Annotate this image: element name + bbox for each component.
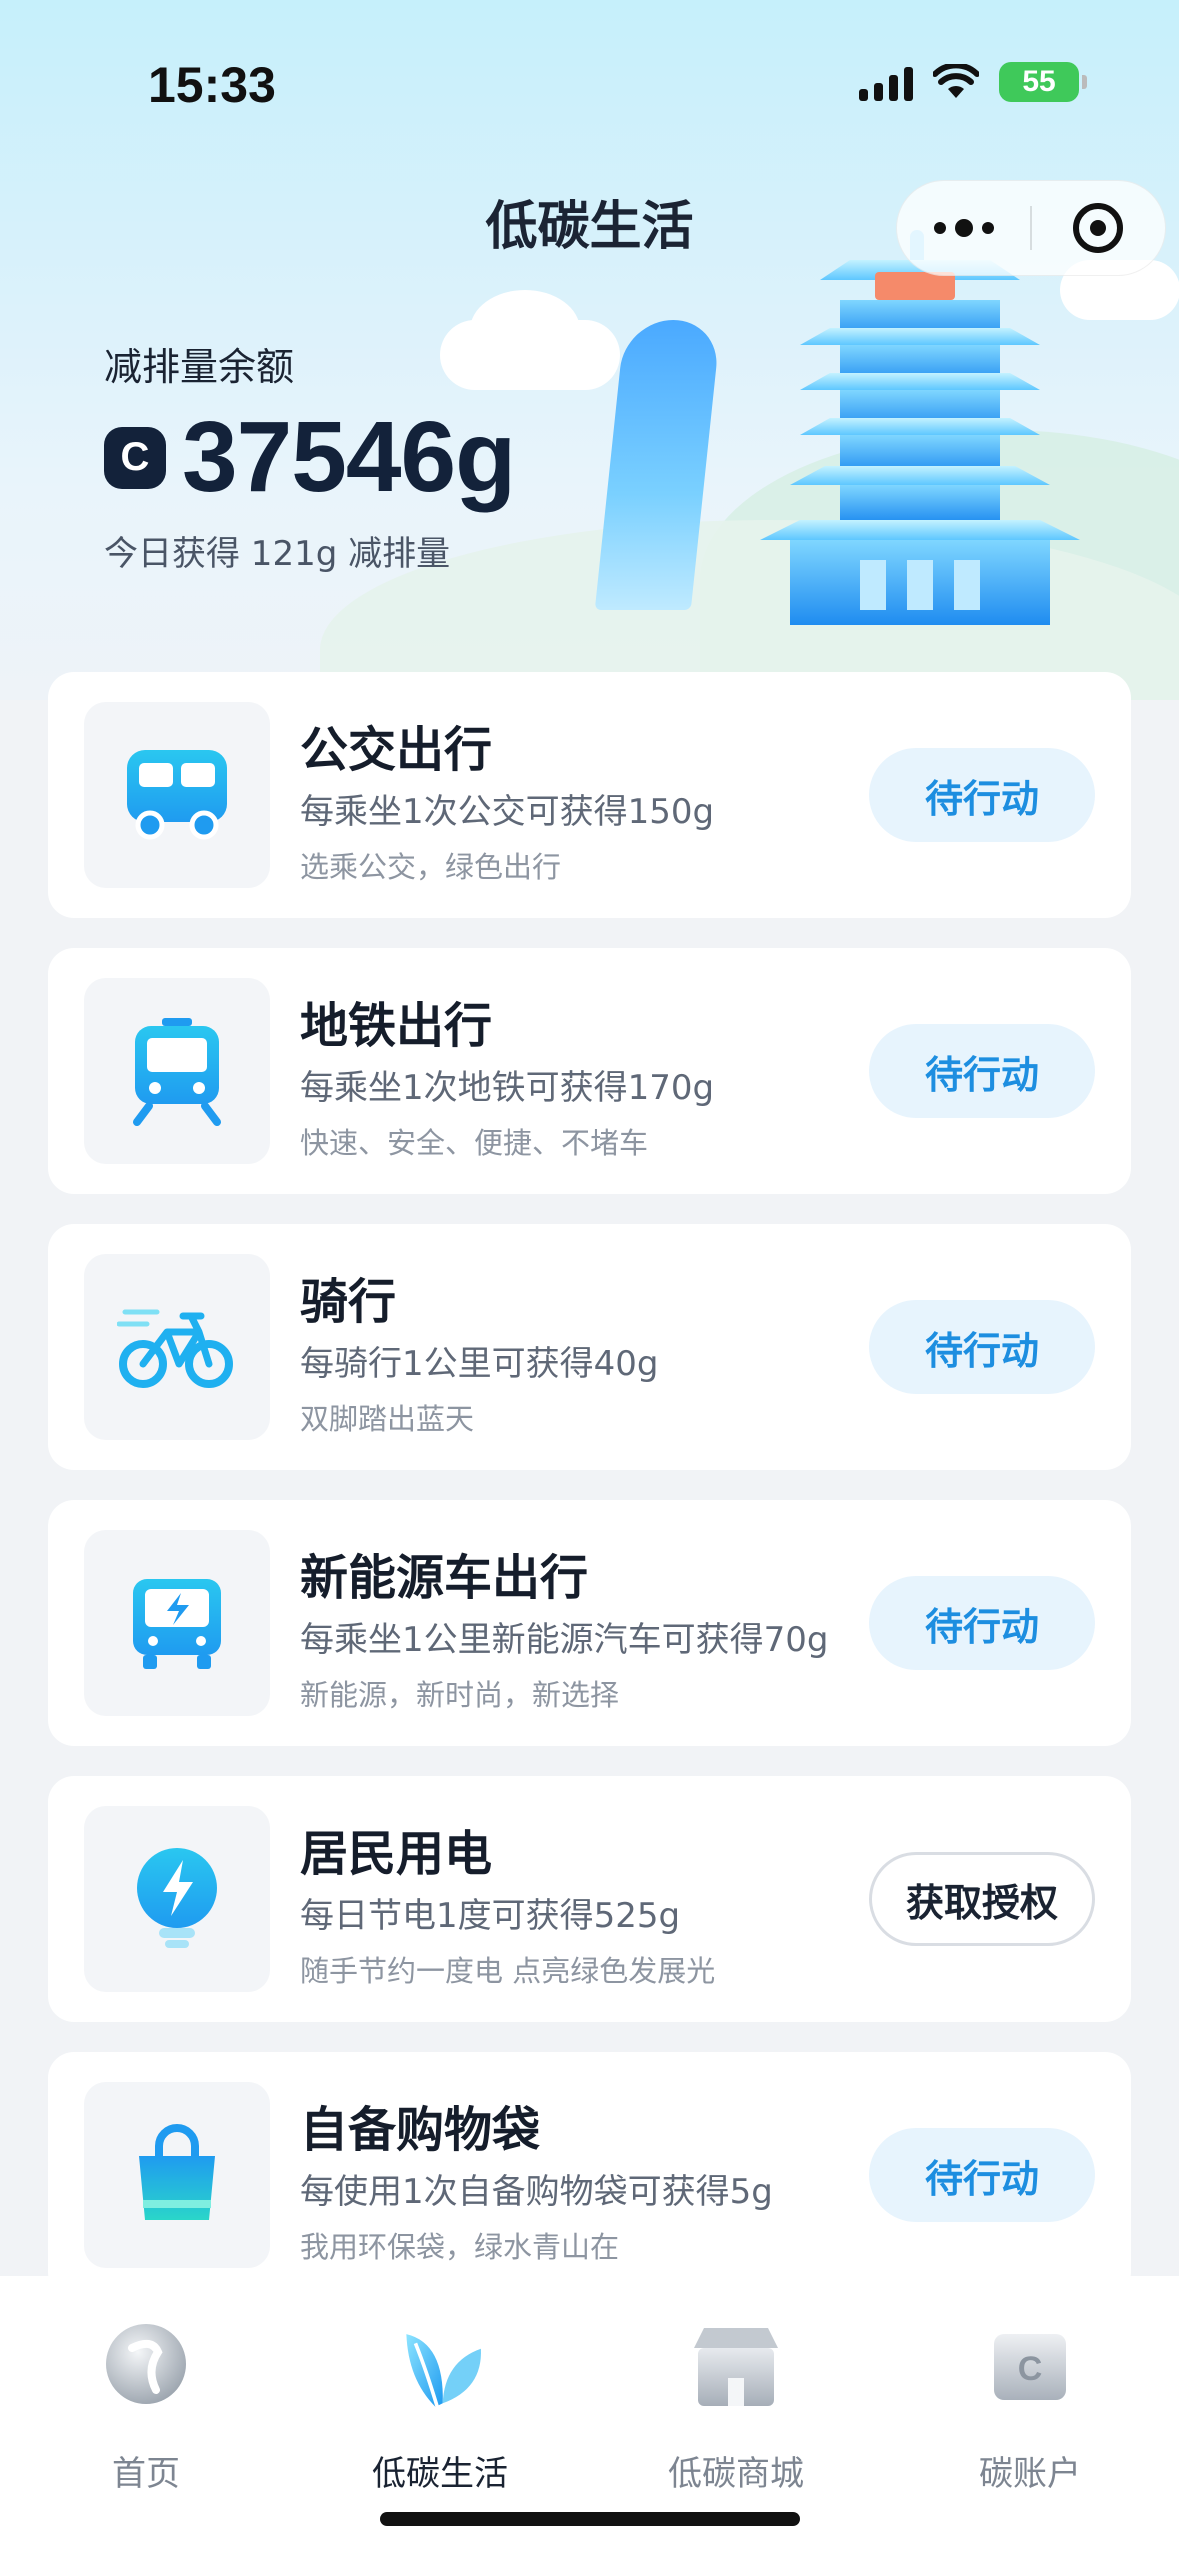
tab-low-carbon-mall[interactable]: 低碳商城 [636,2316,836,2495]
activity-title: 新能源车出行 [300,1550,589,1606]
activity-card-shopping-bag[interactable]: 自备购物袋 每使用1次自备购物袋可获得5g 我用环保袋，绿水青山在 待行动 [48,2052,1131,2298]
activity-title: 自备购物袋 [300,2102,541,2158]
carbon-coin-icon: C [104,426,166,489]
activity-slogan: 新能源，新时尚，新选择 [300,1678,620,1712]
activity-card-subway[interactable]: 地铁出行 每乘坐1次地铁可获得170g 快速、安全、便捷、不堵车 待行动 [48,948,1131,1194]
store-icon [686,2316,786,2416]
cellular-signal-icon [859,63,913,101]
activity-icon-box [84,1254,270,1440]
authorize-button[interactable]: 获取授权 [869,1852,1095,1946]
bicycle-icon [117,1309,233,1388]
activity-slogan: 我用环保袋，绿水青山在 [300,2230,620,2264]
activity-slogan: 随手节约一度电 点亮绿色发展光 [300,1954,716,1988]
activity-icon-box [84,702,270,888]
pending-action-button[interactable]: 待行动 [869,748,1095,842]
activity-slogan: 双脚踏出蓝天 [300,1402,475,1436]
activity-icon-box [84,978,270,1164]
activity-desc: 每使用1次自备购物袋可获得5g [300,2172,773,2212]
close-miniprogram-button[interactable] [1032,203,1165,253]
pending-action-button[interactable]: 待行动 [869,1576,1095,1670]
battery-indicator: 55 [999,62,1087,102]
balance-value: 37546g [182,401,516,513]
tab-low-carbon-life[interactable]: 低碳生活 [340,2316,540,2495]
activity-title: 居民用电 [300,1826,493,1882]
status-indicators: 55 [859,62,1087,102]
activity-icon-box [84,1530,270,1716]
activity-desc: 每骑行1公里可获得40g [300,1344,659,1384]
pending-action-button[interactable]: 待行动 [869,1300,1095,1394]
activity-desc: 每乘坐1次地铁可获得170g [300,1068,715,1108]
miniprogram-capsule [896,180,1166,276]
subway-icon [133,1018,221,1126]
pagoda-illustration [760,230,1080,625]
shopping-bag-icon [139,2124,215,2220]
balance-label: 减排量余额 [104,345,295,389]
wallet-icon: C [980,2316,1080,2416]
activity-card-bus[interactable]: 公交出行 每乘坐1次公交可获得150g 选乘公交，绿色出行 待行动 [48,672,1131,918]
today-earned: 今日获得 121g 减排量 [104,534,451,574]
tab-home[interactable]: 首页 [46,2316,246,2495]
activity-icon-box [84,1806,270,1992]
cloud-decoration [470,290,580,370]
status-time: 15:33 [148,57,276,113]
activity-title: 骑行 [300,1274,397,1330]
activity-desc: 每日节电1度可获得525g [300,1896,681,1936]
tab-label: 首页 [112,2454,180,2494]
activity-desc: 每乘坐1公里新能源汽车可获得70g [300,1620,829,1660]
activity-desc: 每乘坐1次公交可获得150g [300,792,715,832]
lightbulb-icon [137,1848,217,1948]
tab-label: 低碳生活 [372,2454,508,2494]
activity-title: 公交出行 [300,722,493,778]
home-icon [96,2316,196,2416]
activity-card-cycling[interactable]: 骑行 每骑行1公里可获得40g 双脚踏出蓝天 待行动 [48,1224,1131,1470]
wifi-icon [933,64,979,98]
activity-slogan: 选乘公交，绿色出行 [300,850,562,884]
tab-label: 碳账户 [979,2454,1081,2494]
svg-text:C: C [1018,2350,1043,2388]
target-icon [1073,203,1124,253]
activity-card-electricity[interactable]: 居民用电 每日节电1度可获得525g 随手节约一度电 点亮绿色发展光 获取授权 [48,1776,1131,2022]
bus-icon [127,750,227,840]
home-indicator[interactable] [380,2512,800,2526]
electric-car-icon [133,1579,221,1669]
pending-action-button[interactable]: 待行动 [869,2128,1095,2222]
more-options-button[interactable] [897,219,1030,237]
tab-label: 低碳商城 [668,2454,804,2494]
balance-row: C 37546g [104,400,516,515]
battery-level: 55 [1022,65,1056,98]
activity-card-new-energy[interactable]: 新能源车出行 每乘坐1公里新能源汽车可获得70g 新能源，新时尚，新选择 待行动 [48,1500,1131,1746]
leaf-icon [390,2316,490,2416]
activity-title: 地铁出行 [300,998,493,1054]
activity-slogan: 快速、安全、便捷、不堵车 [300,1126,649,1160]
pending-action-button[interactable]: 待行动 [869,1024,1095,1118]
tab-carbon-account[interactable]: C 碳账户 [930,2316,1130,2495]
activity-icon-box [84,2082,270,2268]
